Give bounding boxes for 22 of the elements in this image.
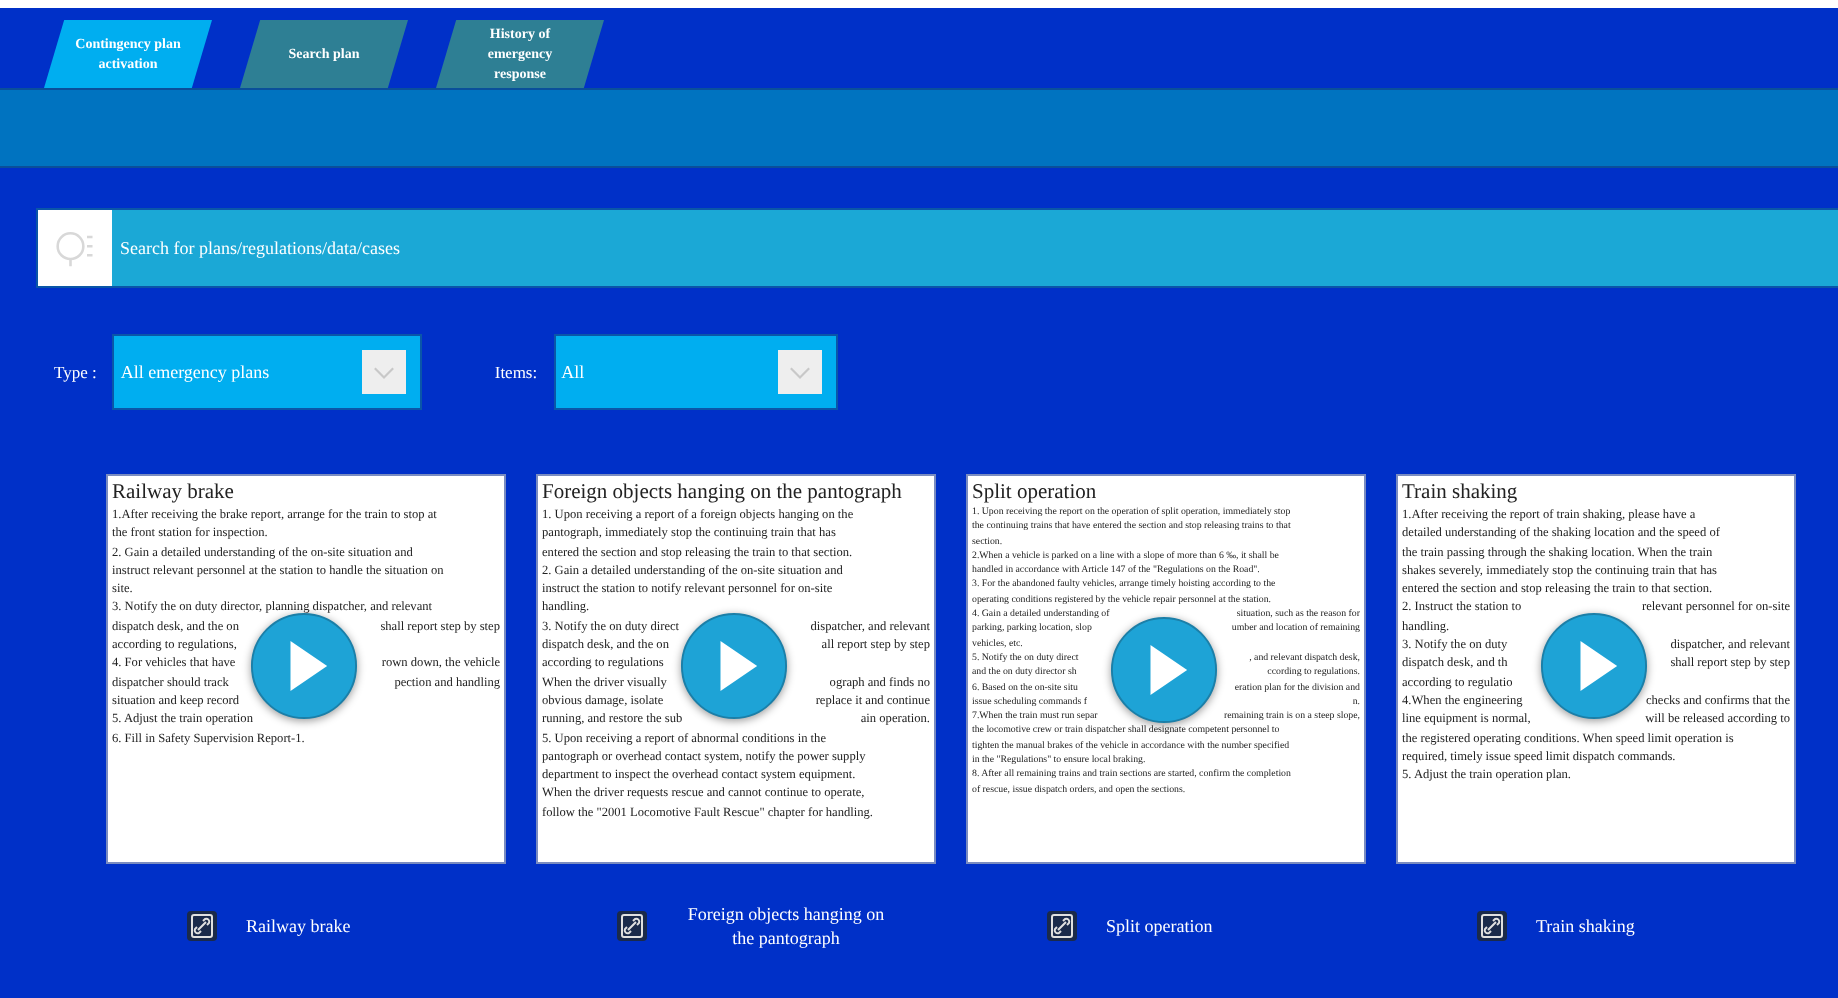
chevron-down-icon xyxy=(777,350,822,394)
play-button[interactable] xyxy=(680,612,788,720)
plan-link[interactable]: Train shaking xyxy=(1536,914,1635,938)
chevron-down-icon xyxy=(362,350,407,394)
play-button[interactable] xyxy=(250,612,358,720)
card-title: Railway brake xyxy=(112,480,236,506)
linked-document-icon[interactable] xyxy=(1046,910,1078,942)
card-title: Train shaking xyxy=(1402,480,1520,506)
filter-dropdown[interactable]: All xyxy=(553,334,838,410)
plan-link[interactable]: Railway brake xyxy=(246,914,351,938)
filter-dropdown[interactable]: All emergency plans xyxy=(112,334,423,410)
card-title: Foreign objects hanging on the pantograph xyxy=(542,480,904,506)
linked-document-icon[interactable] xyxy=(616,910,648,942)
card-title: Split operation xyxy=(972,480,1099,506)
plan-link[interactable]: Split operation xyxy=(1106,914,1213,938)
play-button[interactable] xyxy=(1110,616,1218,724)
filter-label: Type : xyxy=(54,362,97,382)
filter-label: Items: xyxy=(494,362,538,382)
linked-document-icon[interactable] xyxy=(186,910,218,942)
play-button[interactable] xyxy=(1540,612,1648,720)
linked-document-icon[interactable] xyxy=(1476,910,1508,942)
plan-link[interactable]: Foreign objects hanging on the pantograph xyxy=(676,902,896,950)
